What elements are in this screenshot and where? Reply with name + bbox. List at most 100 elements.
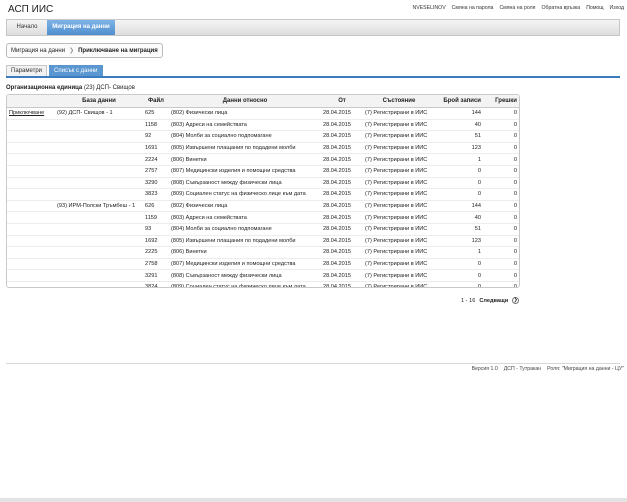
- cell-errors: 0: [483, 165, 519, 178]
- table-row[interactable]: 3290 (808) Съвързаност между физически ли…: [7, 177, 519, 190]
- help-link[interactable]: Помощ: [586, 5, 603, 11]
- org-unit: Организационна единица (23) ДСП- Свищов: [6, 85, 135, 91]
- cell-from: 28.04.2015: [321, 177, 363, 190]
- col-action: [7, 95, 55, 108]
- cell-file: 3823: [143, 188, 169, 201]
- breadcrumb-separator-icon: ❯: [69, 48, 75, 54]
- col-record-count[interactable]: Брой записи: [435, 95, 483, 108]
- cell-data-about: (809) Социален статус на физическо лице …: [169, 188, 321, 201]
- cell-errors: 0: [483, 246, 519, 259]
- chevron-right-icon[interactable]: ❯: [512, 297, 520, 304]
- cell-data-about: (803) Адреси на семействата: [169, 211, 321, 224]
- footer: Версия 1.0 ДСП - Тутракан Роля: "Миграци…: [472, 366, 624, 372]
- cell-file: 2224: [143, 153, 169, 166]
- cell-record-count: 0: [435, 177, 483, 190]
- table-row[interactable]: 2225 (806) Винетки 28.04.2015 (7) Регистрир…: [7, 246, 519, 259]
- cell-from: 28.04.2015: [321, 281, 363, 287]
- cell-status: (7) Регистрирани в ИИС: [363, 177, 435, 190]
- table-row[interactable]: 3824 (809) Социален статус на физическо л…: [7, 281, 519, 287]
- cell-action: [7, 246, 55, 259]
- cell-action: [7, 142, 55, 155]
- cell-file: 93: [143, 223, 169, 236]
- cell-record-count: 51: [435, 130, 483, 143]
- cell-from: 28.04.2015: [321, 119, 363, 132]
- cell-status: (7) Регистрирани в ИИС: [363, 107, 435, 120]
- table-row[interactable]: 1692 (805) Извършени плащания по подадени…: [7, 235, 519, 248]
- table-row[interactable]: 3823 (809) Социален статус на физическо л…: [7, 188, 519, 201]
- cell-errors: 0: [483, 269, 519, 282]
- cell-status: (7) Регистрирани в ИИС: [363, 258, 435, 271]
- col-errors[interactable]: Грешки: [483, 95, 519, 108]
- change-password-link[interactable]: Смяна на парола: [452, 5, 494, 11]
- table-row[interactable]: 3291 (808) Съвързаност между физически ли…: [7, 269, 519, 282]
- bottom-border: [0, 498, 627, 502]
- cell-errors: 0: [483, 153, 519, 166]
- cell-action: [7, 119, 55, 132]
- table-row[interactable]: 2224 (806) Винетки 28.04.2015 (7) Регистрир…: [7, 153, 519, 166]
- cell-file: 625: [143, 107, 169, 120]
- cell-database: [55, 165, 143, 178]
- cell-data-about: (806) Винетки: [169, 153, 321, 166]
- table-row[interactable]: (93) ИРМ-Полски Тръмбеш - 1 626 (802) Физи…: [7, 200, 519, 213]
- cell-action: [7, 200, 55, 213]
- cell-file: 1159: [143, 211, 169, 224]
- table-row[interactable]: 93 (804) Молби за социално подпомагане 28.…: [7, 223, 519, 236]
- cell-from: 28.04.2015: [321, 142, 363, 155]
- col-file[interactable]: Файл: [143, 95, 169, 108]
- cell-from: 28.04.2015: [321, 246, 363, 259]
- cell-errors: 0: [483, 235, 519, 248]
- cell-file: 2225: [143, 246, 169, 259]
- pager-range: 1 - 16: [461, 297, 476, 304]
- tab-underline: [6, 76, 620, 78]
- footer-divider: [6, 363, 620, 364]
- table-row[interactable]: 1691 (805) Извършени плащания по подадени…: [7, 142, 519, 155]
- col-database[interactable]: База данни: [55, 95, 143, 108]
- nav-tab-home[interactable]: Начало: [7, 20, 48, 35]
- cell-database: [55, 258, 143, 271]
- cell-data-about: (808) Съвързаност между физически лица: [169, 177, 321, 190]
- cell-database: [55, 246, 143, 259]
- cell-from: 28.04.2015: [321, 211, 363, 224]
- table-row[interactable]: 2757 (807) Медицински изделия и помощни с…: [7, 165, 519, 178]
- cell-file: 3824: [143, 281, 169, 287]
- feedback-link[interactable]: Обратна връзка: [541, 5, 580, 11]
- cell-record-count: 144: [435, 107, 483, 120]
- cell-action: [7, 130, 55, 143]
- col-status[interactable]: Състояние: [363, 95, 435, 108]
- cell-from: 28.04.2015: [321, 165, 363, 178]
- cell-from: 28.04.2015: [321, 107, 363, 120]
- col-data-about[interactable]: Данни относно: [169, 95, 321, 108]
- cell-data-about: (805) Извършени плащания по подадени мол…: [169, 142, 321, 155]
- cell-file: 626: [143, 200, 169, 213]
- cell-record-count: 40: [435, 211, 483, 224]
- table-row[interactable]: 92 (804) Молби за социално подпомагане 28.…: [7, 130, 519, 143]
- cell-database: [55, 235, 143, 248]
- user-link[interactable]: NVESELINOV: [413, 5, 446, 11]
- cell-database: [55, 211, 143, 224]
- logout-link[interactable]: Изход: [610, 5, 624, 11]
- cell-data-about: (804) Молби за социално подпомагане: [169, 223, 321, 236]
- cell-errors: 0: [483, 258, 519, 271]
- cell-database: [55, 153, 143, 166]
- cell-status: (7) Регистрирани в ИИС: [363, 235, 435, 248]
- table-row[interactable]: 1159 (803) Адреси на семействата 28.04.201…: [7, 211, 519, 224]
- table-row[interactable]: Приключване (92) ДСП- Свищов - 1 625 (802) …: [7, 107, 519, 120]
- cell-record-count: 0: [435, 281, 483, 287]
- table-row[interactable]: 1158 (803) Адреси на семействата 28.04.201…: [7, 119, 519, 132]
- cell-from: 28.04.2015: [321, 258, 363, 271]
- cell-action: [7, 235, 55, 248]
- pager-next-link[interactable]: Следващи: [479, 298, 508, 304]
- breadcrumb-parent[interactable]: Миграция на данни: [11, 48, 65, 54]
- change-role-link[interactable]: Смяна на роля: [499, 5, 535, 11]
- table-row[interactable]: 2758 (807) Медицински изделия и помощни с…: [7, 258, 519, 271]
- finish-migration-link[interactable]: Приключване: [7, 107, 55, 120]
- nav-tab-data-migration[interactable]: Миграция на данни: [47, 20, 115, 35]
- col-from[interactable]: От: [321, 95, 363, 108]
- cell-from: 28.04.2015: [321, 130, 363, 143]
- cell-errors: 0: [483, 281, 519, 287]
- cell-file: 92: [143, 130, 169, 143]
- top-links: NVESELINOV Смяна на парола Смяна на роля…: [413, 5, 625, 11]
- cell-from: 28.04.2015: [321, 188, 363, 201]
- cell-database: [55, 142, 143, 155]
- cell-database: [55, 177, 143, 190]
